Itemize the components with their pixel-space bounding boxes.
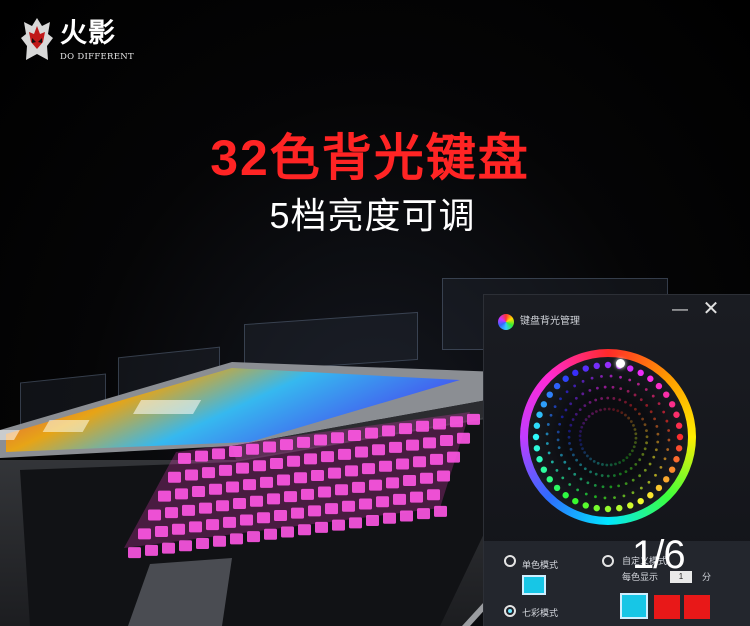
- mode-label-rainbow: 七彩模式: [522, 608, 559, 618]
- product-banner: 火影 DO DIFFERENT 32色背光键盘 5档亮度可调 键盘背光管理 — …: [0, 0, 750, 626]
- single-color-swatch[interactable]: [522, 575, 546, 595]
- mode-radio-rainbow[interactable]: [504, 605, 516, 617]
- custom-swatch-red-1[interactable]: [654, 595, 680, 619]
- minimize-button[interactable]: —: [672, 302, 688, 319]
- custom-swatch-cyan[interactable]: [620, 593, 648, 619]
- color-wheel-app-icon: [498, 314, 514, 330]
- close-button[interactable]: ✕: [702, 299, 720, 319]
- color-picker-wheel[interactable]: [520, 349, 696, 525]
- custom-swatch-red-2[interactable]: [684, 595, 710, 619]
- mode-radio-custom[interactable]: [602, 555, 614, 567]
- brand-tagline: DO DIFFERENT: [60, 52, 134, 62]
- image-page-indicator: 1/6: [632, 533, 686, 577]
- mode-settings: 单色模式 自定义模式 每色显示 1 分 七彩模式: [484, 541, 750, 626]
- headline-title: 32色背光键盘: [210, 130, 530, 186]
- color-picker-handle[interactable]: [616, 359, 625, 368]
- color-dot-ring: [532, 361, 684, 513]
- brand-name: 火影: [60, 18, 116, 49]
- backlight-manager-window: 键盘背光管理 — ✕ 单色模式 自定义模式 每色显示 1 分 七彩模式: [483, 294, 750, 626]
- flame-demon-logo-icon: [21, 18, 53, 60]
- laptop-illustration: [0, 362, 540, 626]
- brand-logo: 火影 DO DIFFERENT: [20, 14, 150, 70]
- mode-radio-single[interactable]: [504, 555, 516, 567]
- headline-subtitle: 5档亮度可调: [269, 195, 476, 236]
- window-title: 键盘背光管理: [520, 316, 580, 327]
- headline: 32色背光键盘 5档亮度可调: [0, 128, 750, 238]
- mode-label-single: 单色模式: [522, 560, 559, 570]
